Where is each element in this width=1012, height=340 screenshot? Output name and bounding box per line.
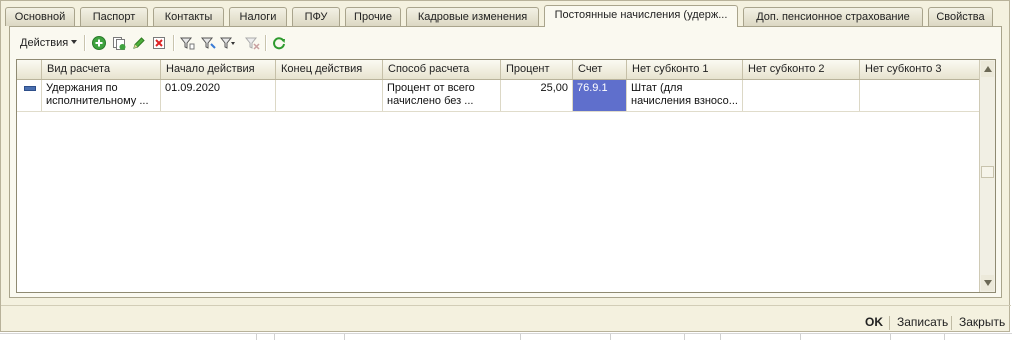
delete-icon[interactable] <box>151 35 167 51</box>
copy-icon[interactable] <box>111 35 127 51</box>
cell-text: Процент от всего <box>387 82 475 94</box>
button-separator <box>889 316 890 330</box>
button-separator <box>951 316 952 330</box>
tab-passport[interactable]: Паспорт <box>80 7 148 26</box>
clear-filter-icon[interactable] <box>244 35 260 51</box>
cell-subconto-1[interactable]: Штат (для начисления взносо... <box>627 80 743 111</box>
window-frame: Основной Паспорт Контакты Налоги ПФУ Про… <box>0 0 1011 332</box>
tab-properties[interactable]: Свойства <box>928 7 993 26</box>
strip-divider <box>274 334 275 340</box>
column-header-marker[interactable] <box>17 60 42 79</box>
table-header: Вид расчета Начало действия Конец действ… <box>17 60 980 80</box>
column-header-start-date[interactable]: Начало действия <box>161 60 276 79</box>
cell-vid-rascheta[interactable]: Удержания по исполнительному ... <box>42 80 161 111</box>
accruals-table[interactable]: Вид расчета Начало действия Конец действ… <box>16 59 996 293</box>
cell-subconto-3[interactable] <box>860 80 980 111</box>
tab-personnel-changes[interactable]: Кадровые изменения <box>406 7 539 26</box>
arrow-up-icon <box>984 66 992 72</box>
column-header-subconto-3[interactable]: Нет субконто 3 <box>860 60 980 79</box>
scroll-down-button[interactable] <box>981 275 994 291</box>
add-icon[interactable] <box>91 35 107 51</box>
column-header-subconto-1[interactable]: Нет субконто 1 <box>627 60 743 79</box>
tab-other[interactable]: Прочие <box>345 7 401 26</box>
filter-dropdown-icon[interactable] <box>220 35 236 51</box>
arrow-down-icon <box>984 280 992 286</box>
cell-text: 25,00 <box>540 82 568 94</box>
strip-divider <box>520 334 521 340</box>
strip-divider <box>256 334 257 340</box>
ok-button[interactable]: OK <box>865 315 883 329</box>
tab-panel: Действия Вид расчета Начало действия Кон… <box>9 26 1002 298</box>
strip-divider <box>890 334 891 340</box>
close-button[interactable]: Закрыть <box>959 315 1005 329</box>
cell-text: Штат (для <box>631 82 683 94</box>
cell-text: 01.09.2020 <box>165 82 221 94</box>
cell-end-date[interactable] <box>276 80 383 111</box>
cell-text: начисления взносо... <box>631 95 738 107</box>
cell-text: начислено без ... <box>387 95 474 107</box>
cell-text: исполнительному ... <box>46 95 149 107</box>
actions-label: Действия <box>20 37 69 49</box>
cell-text: Удержания по <box>46 82 118 94</box>
column-header-end-date[interactable]: Конец действия <box>276 60 383 79</box>
tab-contacts[interactable]: Контакты <box>153 7 224 26</box>
strip-divider <box>944 334 945 340</box>
cell-method[interactable]: Процент от всего начислено без ... <box>383 80 501 111</box>
tab-permanent-accruals[interactable]: Постоянные начисления (удерж... <box>544 5 738 27</box>
toolbar: Действия <box>16 32 416 54</box>
tab-pension-insurance[interactable]: Доп. пенсионное страхование <box>743 7 923 26</box>
table-row[interactable]: Удержания по исполнительному ... 01.09.2… <box>17 80 980 112</box>
tab-osnovnoy[interactable]: Основной <box>5 7 75 26</box>
strip-divider <box>344 334 345 340</box>
edit-icon[interactable] <box>131 35 147 51</box>
cell-account[interactable]: 76.9.1 <box>573 80 627 111</box>
filter-by-value-icon[interactable] <box>200 35 216 51</box>
scroll-up-button[interactable] <box>981 61 994 77</box>
actions-menu-button[interactable]: Действия <box>20 37 78 49</box>
column-header-subconto-2[interactable]: Нет субконто 2 <box>743 60 860 79</box>
refresh-icon[interactable] <box>271 35 287 51</box>
column-header-method[interactable]: Способ расчета <box>383 60 501 79</box>
save-button[interactable]: Записать <box>897 315 948 329</box>
tab-pfu[interactable]: ПФУ <box>292 7 340 26</box>
toolbar-separator <box>265 35 267 51</box>
toolbar-separator <box>84 35 86 51</box>
vertical-scrollbar[interactable] <box>979 60 995 292</box>
chevron-down-icon <box>71 40 78 44</box>
cell-start-date[interactable]: 01.09.2020 <box>161 80 276 111</box>
column-header-percent[interactable]: Процент <box>501 60 573 79</box>
toolbar-separator <box>173 35 175 51</box>
strip-divider <box>720 334 721 340</box>
cell-text: 76.9.1 <box>577 82 608 94</box>
scroll-thumb[interactable] <box>981 166 994 178</box>
row-marker-cell <box>17 80 42 111</box>
filter-icon[interactable] <box>179 35 195 51</box>
cell-percent[interactable]: 25,00 <box>501 80 573 111</box>
dialog-button-bar: OK Записать Закрыть <box>1 305 1011 332</box>
row-marker-icon <box>24 86 36 91</box>
strip-divider <box>800 334 801 340</box>
strip-divider <box>610 334 611 340</box>
column-header-vid-rascheta[interactable]: Вид расчета <box>42 60 161 79</box>
cell-subconto-2[interactable] <box>743 80 860 111</box>
column-header-account[interactable]: Счет <box>573 60 627 79</box>
tab-taxes[interactable]: Налоги <box>229 7 287 26</box>
strip-divider <box>684 334 685 340</box>
